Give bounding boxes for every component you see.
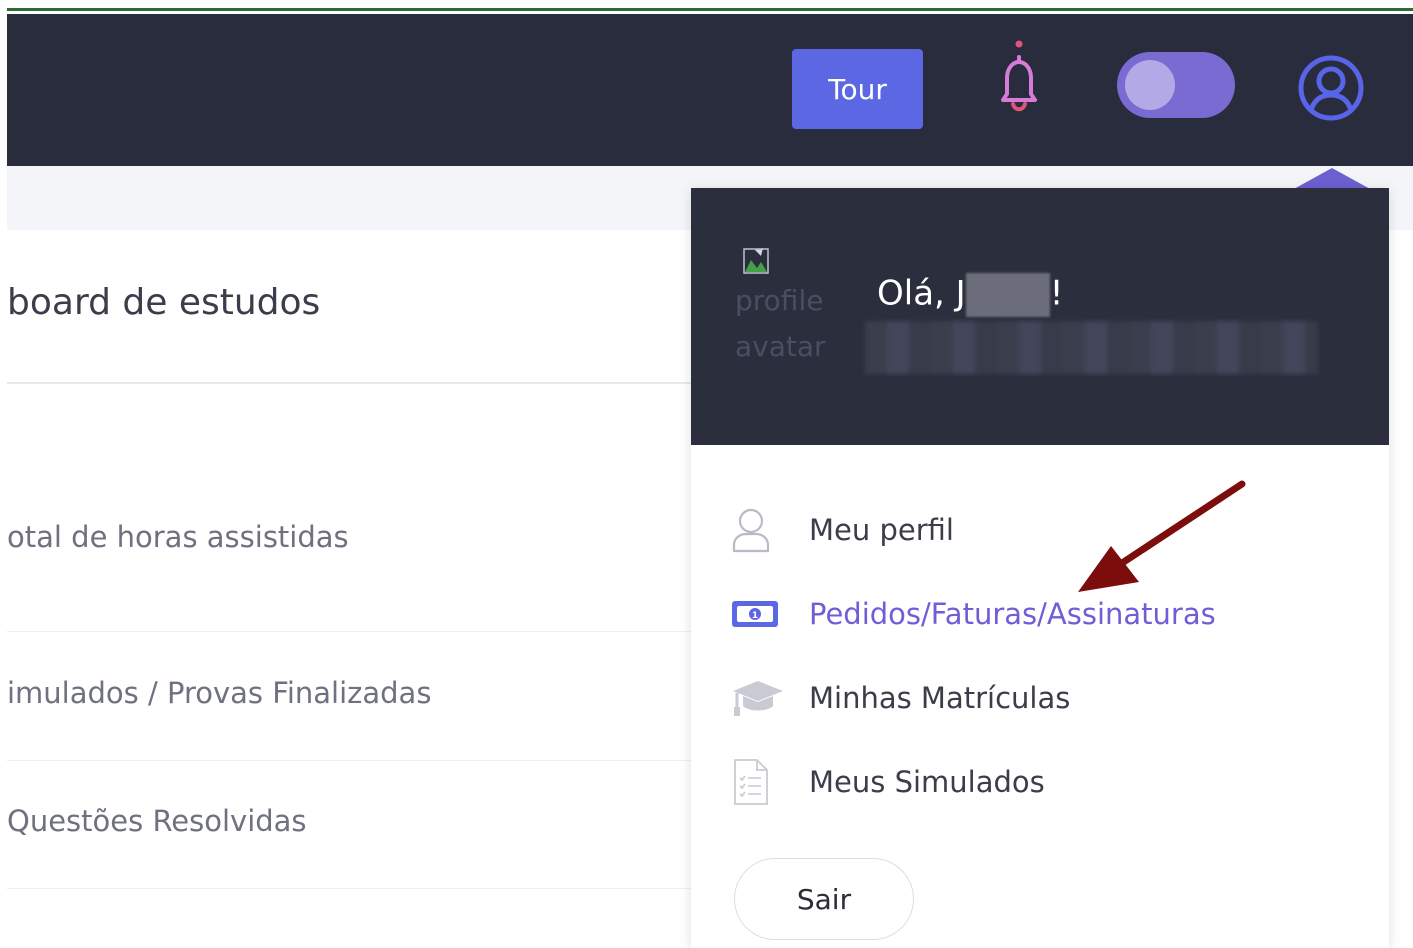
profile-header: profile avatar Olá, J! [691,188,1389,445]
stat-label-simulados: imulados / Provas Finalizadas [7,676,432,710]
divider [7,760,697,761]
money-bill-icon: 1 [731,589,789,639]
menu-item-profile[interactable]: Meu perfil [731,500,954,560]
greeting-prefix: Olá, J [877,273,966,314]
logout-button[interactable]: Sair [734,858,914,940]
divider [7,631,697,632]
top-navbar: Tour [7,14,1413,166]
tour-button[interactable]: Tour [792,49,923,129]
menu-label: Meu perfil [809,513,954,547]
menu-item-orders[interactable]: 1 Pedidos/Faturas/Assinaturas [731,584,1216,644]
menu-item-simulados[interactable]: Meus Simulados [731,752,1045,812]
menu-label: Pedidos/Faturas/Assinaturas [809,597,1216,631]
user-menu-button[interactable] [1297,54,1365,122]
stat-label-hours: otal de horas assistidas [7,520,349,554]
menu-label: Minhas Matrículas [809,681,1071,715]
profile-avatar-image: profile avatar [735,246,845,366]
graduation-cap-icon [731,673,789,723]
divider [7,382,697,384]
bell-icon [1001,40,1037,112]
dashboard-card: board de estudos otal de horas assistida… [7,230,697,931]
broken-image-icon [743,248,769,274]
menu-item-enrollments[interactable]: Minhas Matrículas [731,668,1070,728]
svg-text:1: 1 [752,611,758,621]
user-icon [731,505,789,555]
page-title: board de estudos [7,282,321,323]
theme-toggle[interactable] [1117,52,1235,118]
profile-dropdown: profile avatar Olá, J! Meu perfil 1 Pedi… [691,188,1389,948]
greeting-suffix: ! [1049,273,1064,314]
notifications-button[interactable] [995,40,1045,120]
left-edge [0,0,7,931]
top-accent-line [7,0,1413,11]
document-checklist-icon [731,757,789,807]
user-circle-icon [1298,55,1364,121]
toggle-knob [1125,60,1175,110]
redacted-email [865,321,1318,374]
divider [7,888,697,889]
stat-label-questions: Questões Resolvidas [7,804,307,838]
avatar-alt-text: profile avatar [735,284,826,363]
dropdown-caret [1292,168,1372,190]
redacted-name [965,273,1050,317]
menu-label: Meus Simulados [809,765,1045,799]
greeting: Olá, J! [877,273,1063,317]
